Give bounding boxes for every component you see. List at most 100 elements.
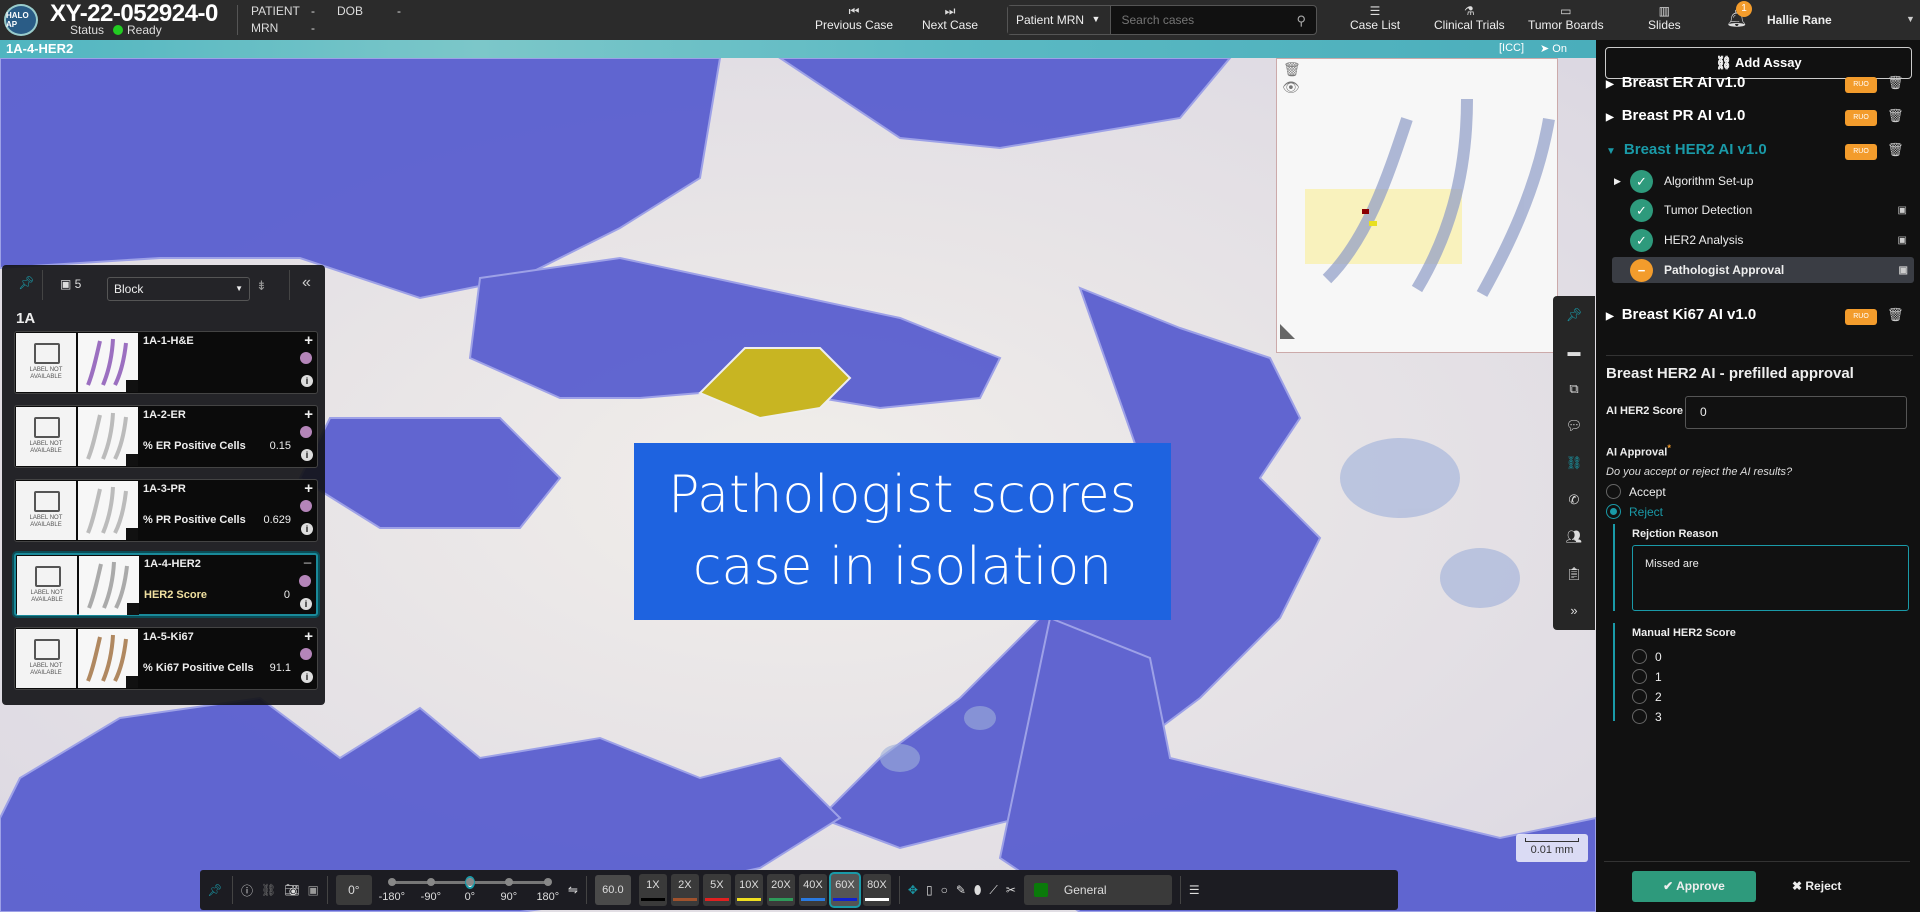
zoom-value[interactable]: 60.0 — [594, 875, 631, 905]
caret-right-icon[interactable]: ▶ — [1606, 112, 1614, 123]
slide-card[interactable]: LABEL NOT AVAILABLE 1A-1-H&E + i — [14, 331, 318, 394]
ai-score-field[interactable]: 0 — [1685, 396, 1907, 429]
collapse-icon[interactable]: « — [302, 274, 311, 292]
nav-clinical-trials[interactable]: ⚗ Clinical Trials — [1434, 4, 1505, 32]
image-icon[interactable]: ▣ — [1899, 265, 1908, 276]
reject-button[interactable]: ✖ Reject — [1792, 871, 1841, 902]
image-icon[interactable]: ▣ — [307, 883, 318, 897]
plus-icon[interactable]: + — [304, 332, 313, 349]
marker-tool-icon[interactable]: ⬮ — [974, 883, 982, 898]
zoom-80x-button[interactable]: 80X — [862, 874, 891, 906]
trash-icon[interactable]: 🗑︎ — [1887, 108, 1904, 124]
rotation-slider[interactable]: -180° -90° 0° 90° 180° — [379, 873, 560, 907]
minimap[interactable]: 🗑︎ 👁︎ — [1276, 58, 1558, 353]
ruler-tool-icon[interactable]: ⟋ — [989, 883, 997, 898]
tag-icon[interactable] — [299, 575, 311, 587]
compare-icon[interactable]: ⧉ — [1553, 370, 1595, 407]
slide-select-box[interactable] — [127, 603, 139, 615]
zoom-2x-button[interactable]: 2X — [670, 874, 699, 906]
reject-radio[interactable]: Reject — [1606, 504, 1663, 519]
assays-icon[interactable]: ⛓ — [1553, 444, 1595, 481]
zoom-5x-button[interactable]: 5X — [702, 874, 731, 906]
info-icon[interactable]: i — [301, 449, 313, 461]
eye-icon[interactable]: 👁︎ — [1282, 79, 1300, 96]
trash-icon[interactable]: 🗑︎ — [1887, 142, 1904, 158]
caret-down-icon[interactable]: ▼ — [1606, 146, 1616, 157]
trash-icon[interactable]: 🗑︎ — [1283, 61, 1301, 78]
minus-icon[interactable]: − — [303, 555, 312, 572]
caret-right-icon[interactable]: ▶ — [1606, 79, 1614, 90]
clipboard-icon[interactable]: 📋︎ — [1553, 555, 1595, 592]
zoom-60x-button[interactable]: 60X — [830, 874, 859, 906]
manual-score-radio[interactable]: 0 — [1632, 649, 1662, 664]
workflow-step[interactable]: − Pathologist Approval ▣ — [1612, 257, 1914, 283]
slide-select-box[interactable] — [126, 380, 138, 392]
zoom-20x-button[interactable]: 20X — [766, 874, 795, 906]
workflow-step[interactable]: ✓ Tumor Detection ▣ — [1628, 197, 1913, 223]
expand-icon[interactable]: » — [1553, 592, 1595, 629]
phone-icon[interactable]: ✆ — [1553, 481, 1595, 518]
user-menu-chevron-icon[interactable]: ▼ — [1906, 14, 1915, 24]
approve-button[interactable]: ✔ Approve — [1632, 871, 1756, 902]
icc-label[interactable]: [ICC] — [1499, 42, 1524, 54]
nav-tumor-boards[interactable]: ▭ Tumor Boards — [1528, 4, 1604, 32]
workflow-step[interactable]: ▶ ✓ Algorithm Set-up — [1614, 168, 1913, 194]
pan-icon[interactable]: ✥ — [908, 883, 918, 897]
slide-card[interactable]: LABEL NOT AVAILABLE 1A-3-PR % PR Positive … — [14, 479, 318, 542]
pin-icon[interactable]: 📌︎ — [206, 883, 224, 897]
info-icon[interactable]: i — [301, 523, 313, 535]
tag-icon[interactable] — [300, 426, 312, 438]
annotations-toggle[interactable]: ➤ On — [1540, 42, 1567, 55]
group-by-select[interactable]: Block ▼ — [107, 277, 250, 301]
assay-item[interactable]: ▶ Breast PR AI v1.0 — [1606, 107, 1745, 124]
zoom-1x-button[interactable]: 1X — [638, 874, 667, 906]
workflow-step[interactable]: ✓ HER2 Analysis ▣ — [1628, 227, 1913, 253]
assay-item[interactable]: ▶ Breast ER AI v1.0 — [1606, 74, 1745, 91]
plus-icon[interactable]: + — [304, 406, 313, 423]
search-field-select[interactable]: Patient MRN ▼ — [1008, 6, 1112, 34]
pin-icon[interactable]: 📌︎ — [1553, 296, 1595, 333]
trash-icon[interactable]: 🗑︎ — [1887, 307, 1904, 323]
pin-icon[interactable]: 📌︎ — [18, 275, 35, 291]
pen-tool-icon[interactable]: ✎ — [956, 883, 966, 897]
slide-select-box[interactable] — [126, 528, 138, 540]
camera-icon[interactable]: 📷︎ — [284, 883, 299, 897]
scissors-icon[interactable]: ✂ — [1006, 883, 1016, 897]
unlink-icon[interactable]: ⛓ — [261, 883, 276, 897]
settings-sliders-icon[interactable]: ☰ — [1189, 883, 1200, 897]
slide-select-box[interactable] — [126, 676, 138, 688]
tag-icon[interactable] — [300, 352, 312, 364]
info-icon[interactable]: i — [301, 375, 313, 387]
assay-item[interactable]: ▶ Breast Ki67 AI v1.0 — [1606, 306, 1756, 323]
zoom-40x-button[interactable]: 40X — [798, 874, 827, 906]
image-icon[interactable]: ▣ — [1898, 205, 1907, 216]
rejection-reason-textarea[interactable]: Missed are — [1632, 545, 1909, 611]
flip-icon[interactable]: ⇋ — [568, 883, 578, 897]
search-icon[interactable]: ⚲ — [1286, 6, 1316, 34]
manual-score-radio[interactable]: 3 — [1632, 709, 1662, 724]
info-icon[interactable]: i — [300, 598, 312, 610]
assay-item[interactable]: ▼ Breast HER2 AI v1.0 — [1606, 141, 1767, 158]
rectangle-tool-icon[interactable]: ▯ — [926, 883, 933, 897]
trash-icon[interactable]: 🗑︎ — [1887, 75, 1904, 91]
previous-case-button[interactable]: ⏮ Previous Case — [815, 4, 893, 32]
search-input[interactable] — [1111, 6, 1287, 34]
tag-icon[interactable] — [300, 500, 312, 512]
info-icon[interactable]: i — [301, 671, 313, 683]
tag-icon[interactable] — [300, 648, 312, 660]
plus-icon[interactable]: + — [304, 628, 313, 645]
slide-card[interactable]: LABEL NOT AVAILABLE 1A-5-Ki67 % Ki67 Posit… — [14, 627, 318, 690]
rotation-value[interactable]: 0° — [335, 875, 372, 905]
caret-right-icon[interactable]: ▶ — [1614, 176, 1621, 187]
ellipse-tool-icon[interactable]: ○ — [941, 883, 948, 897]
user-name[interactable]: Hallie Rane — [1767, 13, 1832, 27]
users-icon[interactable]: 👥︎ — [1553, 518, 1595, 555]
comments-icon[interactable]: 💬︎ — [1553, 407, 1595, 444]
slide-card[interactable]: LABEL NOT AVAILABLE 1A-2-ER % ER Positive … — [14, 405, 318, 468]
folder-icon[interactable]: ▬ — [1553, 333, 1595, 370]
sort-icon[interactable]: ⇟ — [256, 278, 267, 294]
nav-case-list[interactable]: ☰ Case List — [1350, 4, 1400, 32]
manual-score-radio[interactable]: 2 — [1632, 689, 1662, 704]
annotation-layer-select[interactable]: General — [1023, 875, 1172, 905]
zoom-10x-button[interactable]: 10X — [734, 874, 763, 906]
